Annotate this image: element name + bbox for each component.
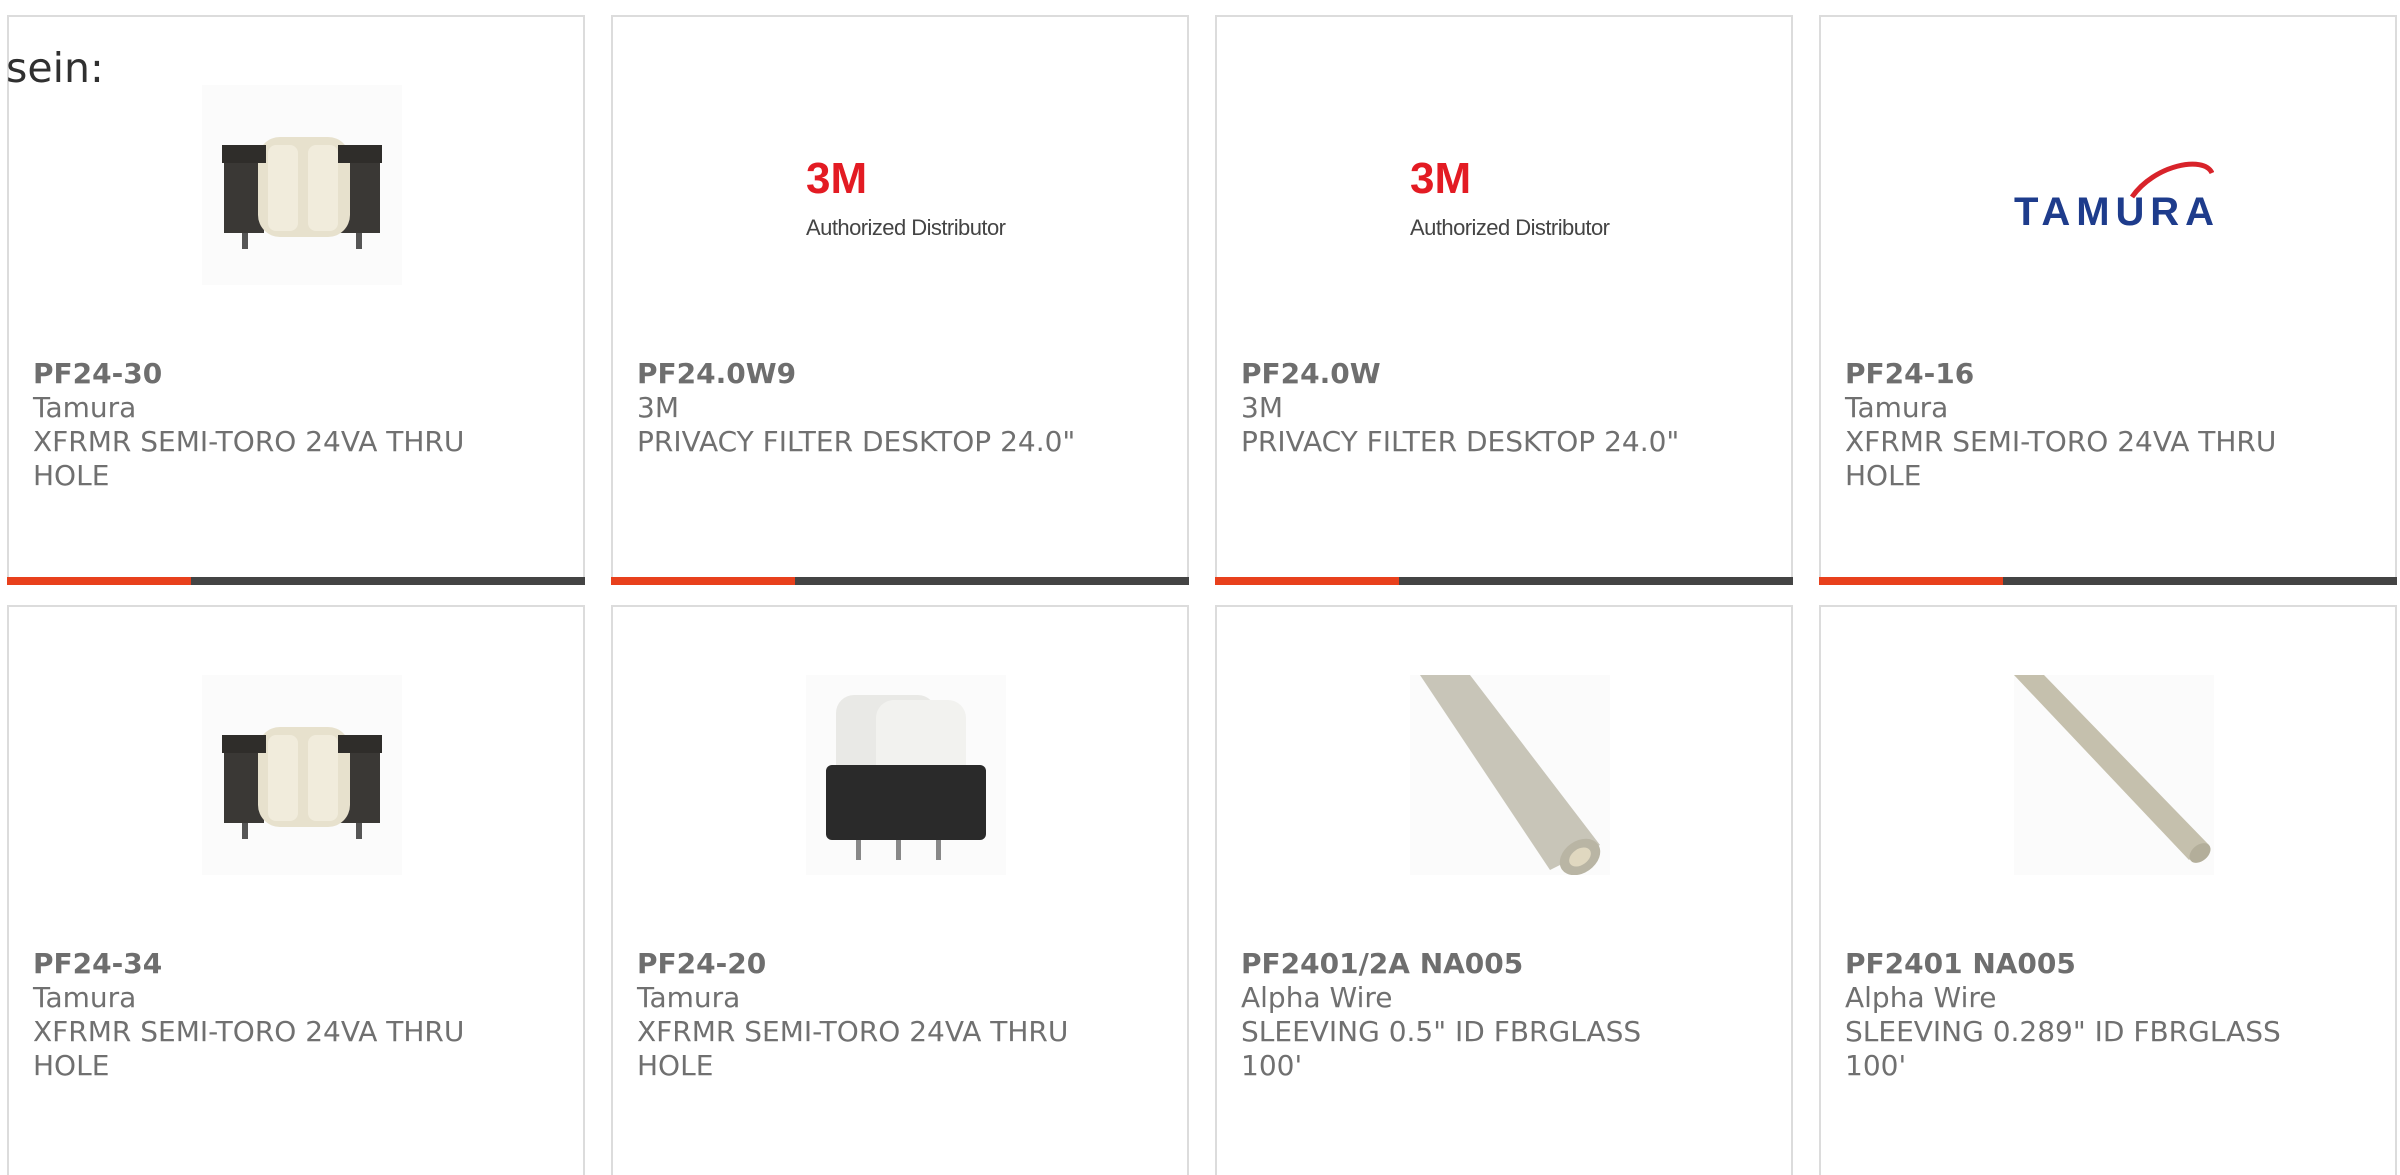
logo-subtext: Authorized Distributor: [1410, 215, 1610, 240]
description: SLEEVING 0.289" ID FBRGLASS 100': [1845, 1015, 2281, 1082]
3m-logo: 3M Authorized Distributor: [1410, 85, 1610, 285]
description: XFRMR SEMI-TORO 24VA THRU HOLE: [637, 1015, 1069, 1082]
transformer-upright-icon: [806, 675, 1006, 875]
part-number[interactable]: PF24.0W9: [637, 357, 1097, 391]
sleeving-thick-icon: [1410, 675, 1610, 875]
description: XFRMR SEMI-TORO 24VA THRU HOLE: [1845, 425, 2277, 492]
sleeving-thin-icon: [2014, 675, 2214, 875]
part-number[interactable]: PF24-34: [33, 947, 493, 981]
transformer-icon: [202, 85, 402, 285]
card-bottom-bar: [611, 577, 1189, 585]
manufacturer: 3M: [1241, 391, 1283, 424]
tamura-logo: TAMURA: [2014, 85, 2214, 285]
card-bottom-bar: [7, 577, 585, 585]
card-bottom-bar: [1215, 577, 1793, 585]
3m-logo-text: 3M: [1410, 154, 1471, 203]
description: PRIVACY FILTER DESKTOP 24.0": [1241, 425, 1680, 458]
product-card[interactable]: PF24-34 Tamura XFRMR SEMI-TORO 24VA THRU…: [7, 605, 585, 1175]
part-number[interactable]: PF2401 NA005: [1845, 947, 2305, 981]
product-card[interactable]: 3M Authorized Distributor PF24.0W9 3M PR…: [611, 15, 1189, 585]
manufacturer: Tamura: [637, 981, 741, 1014]
manufacturer: Alpha Wire: [1241, 981, 1393, 1014]
product-card[interactable]: 3M Authorized Distributor PF24.0W 3M PRI…: [1215, 15, 1793, 585]
part-number[interactable]: PF2401/2A NA005: [1241, 947, 1701, 981]
manufacturer: Alpha Wire: [1845, 981, 1997, 1014]
part-number[interactable]: PF24-30: [33, 357, 493, 391]
3m-logo-text: 3M: [806, 154, 867, 203]
part-number[interactable]: PF24-16: [1845, 357, 2305, 391]
page-heading: sein:: [6, 44, 104, 92]
product-card[interactable]: PF2401/2A NA005 Alpha Wire SLEEVING 0.5"…: [1215, 605, 1793, 1175]
manufacturer: Tamura: [1845, 391, 1949, 424]
3m-logo: 3M Authorized Distributor: [806, 85, 1006, 285]
manufacturer: 3M: [637, 391, 679, 424]
manufacturer: Tamura: [33, 981, 137, 1014]
part-number[interactable]: PF24-20: [637, 947, 1097, 981]
product-card[interactable]: PF24-30 Tamura XFRMR SEMI-TORO 24VA THRU…: [7, 15, 585, 585]
product-card[interactable]: PF24-20 Tamura XFRMR SEMI-TORO 24VA THRU…: [611, 605, 1189, 1175]
transformer-icon: [202, 675, 402, 875]
product-card[interactable]: TAMURA PF24-16 Tamura XFRMR SEMI-TORO 24…: [1819, 15, 2397, 585]
manufacturer: Tamura: [33, 391, 137, 424]
description: XFRMR SEMI-TORO 24VA THRU HOLE: [33, 1015, 465, 1082]
product-card[interactable]: PF2401 NA005 Alpha Wire SLEEVING 0.289" …: [1819, 605, 2397, 1175]
logo-subtext: Authorized Distributor: [806, 215, 1006, 240]
part-number[interactable]: PF24.0W: [1241, 357, 1701, 391]
description: SLEEVING 0.5" ID FBRGLASS 100': [1241, 1015, 1642, 1082]
card-bottom-bar: [1819, 577, 2397, 585]
description: PRIVACY FILTER DESKTOP 24.0": [637, 425, 1076, 458]
description: XFRMR SEMI-TORO 24VA THRU HOLE: [33, 425, 465, 492]
